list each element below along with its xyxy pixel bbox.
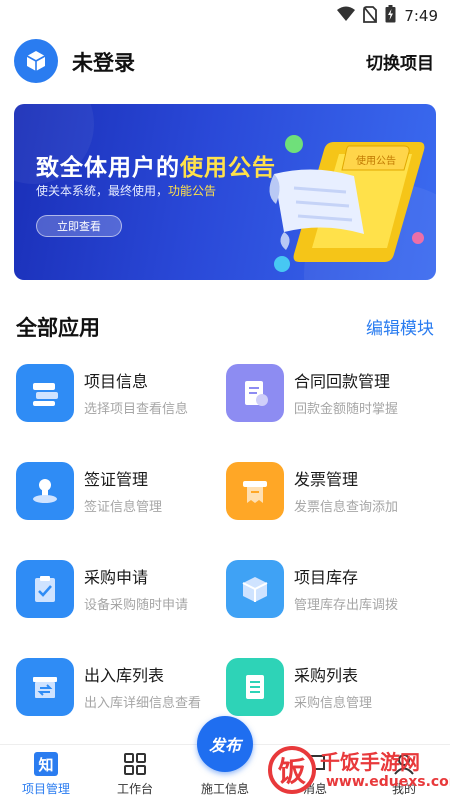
zhi-glyph: 知 xyxy=(38,756,53,774)
app-visa-management[interactable]: 签证管理 签证信息管理 xyxy=(16,460,226,522)
nav-label: 施工信息 xyxy=(200,782,249,796)
no-sim-icon xyxy=(363,5,378,27)
document-icon xyxy=(226,364,284,422)
app-name: 发票管理 xyxy=(294,470,359,489)
app-name: 合同回款管理 xyxy=(294,372,391,391)
app-name: 签证管理 xyxy=(84,470,149,489)
status-time: 7:49 xyxy=(404,7,438,25)
banner-subtitle: 使关本系统，最终使用，功能公告 xyxy=(36,184,217,198)
apps-section-header: 全部应用 编辑模块 xyxy=(0,308,450,344)
wifi-icon xyxy=(337,6,356,26)
app-name: 出入库列表 xyxy=(84,666,165,685)
app-contract-payment[interactable]: 合同回款管理 回款金额随时掌握 xyxy=(226,362,436,424)
grid-icon xyxy=(121,750,149,778)
switch-project-button[interactable]: 切换项目 xyxy=(366,49,434,74)
app-desc: 选择项目查看信息 xyxy=(84,402,189,417)
books-icon xyxy=(16,364,74,422)
cube-icon[interactable] xyxy=(14,39,58,83)
zhi-icon: 知 xyxy=(32,750,60,778)
stamp-icon xyxy=(16,462,74,520)
app-desc: 签证信息管理 xyxy=(84,500,163,515)
app-name: 采购申请 xyxy=(84,568,149,587)
banner-title: 致全体用户的使用公告 xyxy=(36,155,276,181)
nav-label: 工作台 xyxy=(116,782,153,796)
list-icon xyxy=(226,658,284,716)
app-desc: 采购信息管理 xyxy=(294,696,373,711)
app-project-inventory[interactable]: 项目库存 管理库存出库调拨 xyxy=(226,558,436,620)
app-desc: 出入库详细信息查看 xyxy=(84,696,202,711)
app-desc: 回款金额随时掌握 xyxy=(294,402,399,417)
app-name: 项目信息 xyxy=(84,372,149,391)
nav-project-management[interactable]: 知 项目管理 xyxy=(6,745,86,800)
clipboard-check-icon xyxy=(16,560,74,618)
banner-art-label: 使用公告 xyxy=(356,154,396,167)
announcement-board-illustration: 使用公告 xyxy=(269,135,425,262)
app-invoice-management[interactable]: 发票管理 发票信息查询添加 xyxy=(226,460,436,522)
invoice-icon xyxy=(226,462,284,520)
app-desc: 设备采购随时申请 xyxy=(84,598,189,613)
status-icons: 7:49 xyxy=(337,5,438,27)
login-status[interactable]: 未登录 xyxy=(72,47,135,77)
announcement-banner[interactable]: 致全体用户的使用公告 使关本系统，最终使用，功能公告 立即查看 使用公告 xyxy=(14,104,436,280)
battery-charging-icon xyxy=(385,5,396,27)
watermark: 饭 千饭手游网 www.eduexs.com xyxy=(268,742,450,798)
top-bar: 未登录 切换项目 xyxy=(0,36,450,86)
app-purchase-list[interactable]: 采购列表 采购信息管理 xyxy=(226,656,436,718)
app-project-info[interactable]: 项目信息 选择项目查看信息 xyxy=(16,362,226,424)
app-desc: 管理库存出库调拨 xyxy=(294,598,399,613)
status-bar: 7:49 xyxy=(0,0,450,30)
app-purchase-request[interactable]: 采购申请 设备采购随时申请 xyxy=(16,558,226,620)
app-inout-list[interactable]: 出入库列表 出入库详细信息查看 xyxy=(16,656,226,718)
app-name: 项目库存 xyxy=(294,568,359,587)
watermark-url: www.eduexs.com xyxy=(326,774,450,790)
app-name: 采购列表 xyxy=(294,666,359,685)
nav-label: 项目管理 xyxy=(21,782,70,796)
nav-workbench[interactable]: 工作台 xyxy=(95,745,175,800)
app-desc: 发票信息查询添加 xyxy=(294,500,399,515)
publish-button[interactable]: 发布 xyxy=(197,716,253,772)
inout-box-icon xyxy=(16,658,74,716)
box-icon xyxy=(226,560,284,618)
section-title: 全部应用 xyxy=(16,316,100,340)
edit-module-button[interactable]: 编辑模块 xyxy=(366,314,434,339)
watermark-text: 千饭手游网 xyxy=(320,750,420,774)
watermark-logo: 饭 xyxy=(268,746,316,794)
view-now-button[interactable]: 立即查看 xyxy=(36,215,122,237)
